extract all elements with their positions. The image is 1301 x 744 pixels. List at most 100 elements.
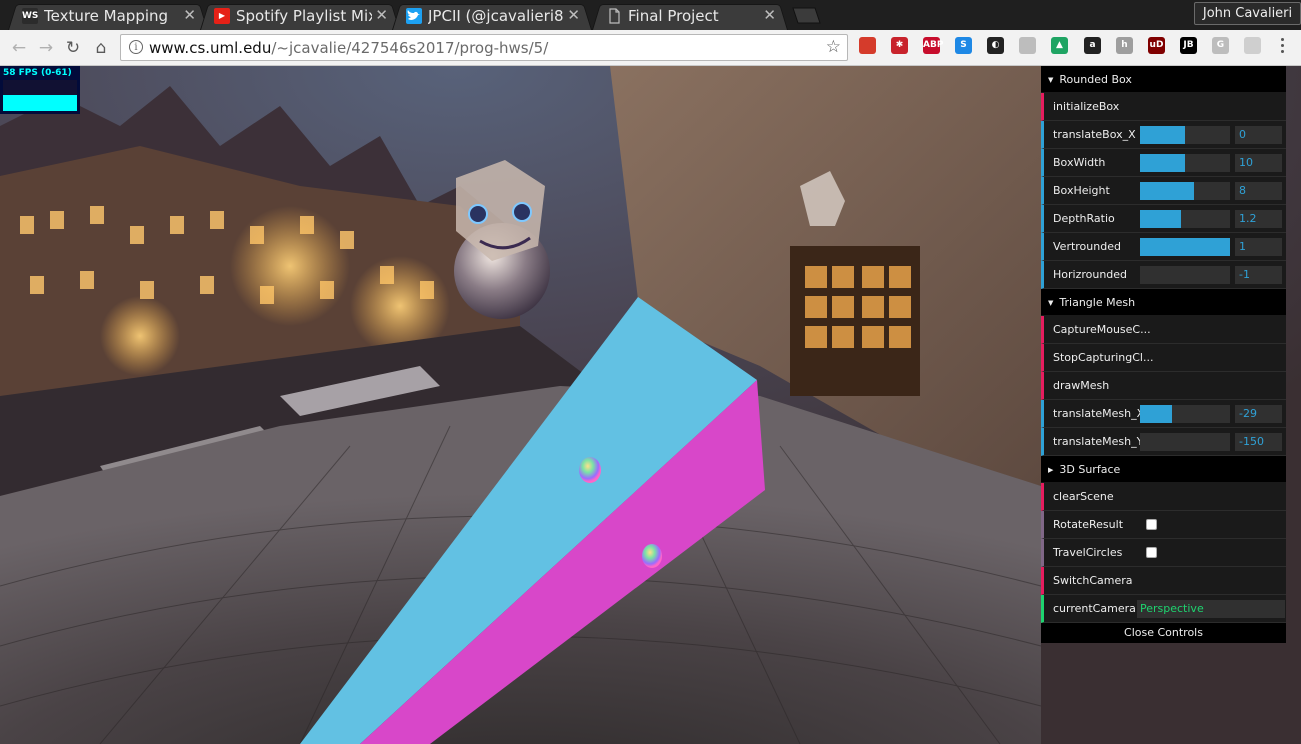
gui-folder-title: Triangle Mesh [1059, 296, 1136, 309]
gui-row-translatemesh-x[interactable]: translateMesh_X -29 [1041, 400, 1286, 428]
new-tab-button[interactable] [789, 7, 821, 24]
gui-slider[interactable] [1140, 266, 1230, 284]
gui-checkbox[interactable] [1146, 519, 1157, 530]
gui-number-input[interactable]: 8 [1235, 182, 1282, 200]
gui-row-clearscene[interactable]: clearScene [1041, 483, 1286, 511]
twitter-favicon-icon [406, 8, 422, 24]
gui-row-translatemesh-y[interactable]: translateMesh_Y -150 [1041, 428, 1286, 456]
jb-ext-icon[interactable]: JB [1180, 37, 1197, 54]
forward-button[interactable]: → [35, 37, 57, 59]
fps-graph [3, 80, 77, 111]
gui-row-horizrounded[interactable]: Horizrounded -1 [1041, 261, 1286, 289]
gui-row-drawmesh[interactable]: drawMesh [1041, 372, 1286, 400]
gui-row-label: currentCamera [1053, 602, 1136, 615]
tab-title: Final Project [628, 7, 719, 25]
tab-texture-mapping[interactable]: WS Texture Mapping ✕ [8, 1, 208, 30]
browser-menu-icon[interactable] [1280, 38, 1286, 54]
gui-row-boxwidth[interactable]: BoxWidth 10 [1041, 149, 1286, 177]
drive-ext-icon[interactable]: ▲ [1051, 37, 1068, 54]
gui-slider[interactable] [1140, 182, 1230, 200]
webstorm-favicon-icon: WS [22, 8, 38, 24]
tab-final-project[interactable]: Final Project ✕ [592, 1, 788, 30]
gui-slider-fill [1140, 154, 1185, 172]
gui-folder-triangle-mesh[interactable]: ▼ Triangle Mesh [1041, 289, 1286, 316]
gui-text-input[interactable]: Perspective [1137, 600, 1285, 618]
s-ext-icon[interactable]: S [955, 37, 972, 54]
tab-spotify-playlist[interactable]: ▶ Spotify Playlist Mix ✕ [200, 1, 400, 30]
profile-button[interactable]: John Cavalieri [1194, 2, 1301, 25]
gui-number-input[interactable]: -29 [1235, 405, 1282, 423]
gui-row-label: BoxWidth [1053, 156, 1106, 169]
gui-number-input[interactable]: 10 [1235, 154, 1282, 172]
caret-down-icon: ▼ [1048, 298, 1054, 307]
gui-slider[interactable] [1140, 126, 1230, 144]
url-text[interactable]: www.cs.uml.edu/~jcavalie/427546s2017/pro… [149, 39, 548, 57]
gui-number-input[interactable]: -150 [1235, 433, 1282, 451]
gui-row-label: Horizrounded [1053, 268, 1128, 281]
gui-slider[interactable] [1140, 433, 1230, 451]
gui-row-boxheight[interactable]: BoxHeight 8 [1041, 177, 1286, 205]
gui-row-translatebox-x[interactable]: translateBox_X 0 [1041, 121, 1286, 149]
webgl-canvas[interactable]: 58 FPS (0-61) ▼ Rounded Box initializeBox t… [0, 66, 1301, 744]
grid-ext-icon[interactable] [1244, 37, 1261, 54]
gui-row-label: clearScene [1053, 490, 1114, 503]
gui-slider[interactable] [1140, 238, 1230, 256]
url-host: www.cs.uml.edu [149, 39, 272, 57]
gui-row-rotateresult[interactable]: RotateResult [1041, 511, 1286, 539]
gui-row-label: translateMesh_Y [1053, 435, 1144, 448]
page-info-icon[interactable]: i [129, 40, 143, 54]
close-controls-button[interactable]: Close Controls [1041, 623, 1286, 643]
gui-row-initializebox[interactable]: initializeBox [1041, 93, 1286, 121]
gui-slider-fill [1140, 182, 1194, 200]
amazon-ext-icon[interactable]: a [1084, 37, 1101, 54]
gui-slider[interactable] [1140, 154, 1230, 172]
contrast-ext-icon[interactable]: ◐ [987, 37, 1004, 54]
address-bar[interactable]: i www.cs.uml.edu/~jcavalie/427546s2017/p… [120, 34, 848, 61]
bookmark-star-icon[interactable]: ☆ [826, 37, 841, 57]
gui-row-depthratio[interactable]: DepthRatio 1.2 [1041, 205, 1286, 233]
gui-row-travelcircles[interactable]: TravelCircles [1041, 539, 1286, 567]
spider-ext-icon[interactable]: ✱ [891, 37, 908, 54]
gui-folder-contents: initializeBox translateBox_X 0 BoxWidth 10 Bo… [1041, 93, 1286, 289]
gui-row-label: RotateResult [1053, 518, 1124, 531]
gui-folder-3d-surface[interactable]: ▶ 3D Surface [1041, 456, 1286, 483]
browser-chrome: WS Texture Mapping ✕ ▶ Spotify Playlist … [0, 0, 1301, 66]
gui-row-label: initializeBox [1053, 100, 1120, 113]
caret-down-icon: ▼ [1048, 75, 1054, 84]
tab-close-icon[interactable]: ✕ [375, 6, 388, 24]
dat-gui-panel[interactable]: ▼ Rounded Box initializeBox translateBox_X 0… [1041, 66, 1286, 643]
tab-close-icon[interactable]: ✕ [567, 6, 580, 24]
gui-row-label: Vertrounded [1053, 240, 1121, 253]
home-button[interactable]: ⌂ [90, 37, 112, 59]
fps-stats-panel[interactable]: 58 FPS (0-61) [0, 66, 80, 114]
back-button[interactable]: ← [8, 37, 30, 59]
gui-row-switchcamera[interactable]: SwitchCamera [1041, 567, 1286, 595]
gui-number-input[interactable]: 1 [1235, 238, 1282, 256]
bookmark-ext-icon[interactable] [859, 37, 876, 54]
ublock-ext-icon[interactable]: uD [1148, 37, 1165, 54]
gui-number-input[interactable]: 1.2 [1235, 210, 1282, 228]
adblock-plus-icon[interactable]: ABP [923, 37, 943, 54]
gui-row-stopcapturingcl[interactable]: StopCapturingCl... [1041, 344, 1286, 372]
url-path: /~jcavalie/427546s2017/prog-hws/5/ [271, 39, 549, 57]
gui-row-label: translateMesh_X [1053, 407, 1145, 420]
gui-folder-contents: CaptureMouseC... StopCapturingCl... drawMe… [1041, 316, 1286, 456]
g-ext-icon[interactable]: G [1212, 37, 1229, 54]
gui-slider-fill [1140, 126, 1185, 144]
gui-row-vertrounded[interactable]: Vertrounded 1 [1041, 233, 1286, 261]
gray-ext-icon[interactable] [1019, 37, 1036, 54]
gui-slider-fill [1140, 238, 1230, 256]
gui-folder-rounded-box[interactable]: ▼ Rounded Box [1041, 66, 1286, 93]
gui-slider[interactable] [1140, 405, 1230, 423]
h-ext-icon[interactable]: h [1116, 37, 1133, 54]
gui-slider[interactable] [1140, 210, 1230, 228]
reload-button[interactable]: ↻ [62, 37, 84, 59]
tab-twitter[interactable]: JPCII (@jcavalieri8 ✕ [392, 1, 592, 30]
gui-checkbox[interactable] [1146, 547, 1157, 558]
gui-row-capturemousec[interactable]: CaptureMouseC... [1041, 316, 1286, 344]
tab-close-icon[interactable]: ✕ [763, 6, 776, 24]
gui-number-input[interactable]: 0 [1235, 126, 1282, 144]
tab-close-icon[interactable]: ✕ [183, 6, 196, 24]
gui-row-currentcamera[interactable]: currentCamera Perspective [1041, 595, 1286, 623]
gui-number-input[interactable]: -1 [1235, 266, 1282, 284]
